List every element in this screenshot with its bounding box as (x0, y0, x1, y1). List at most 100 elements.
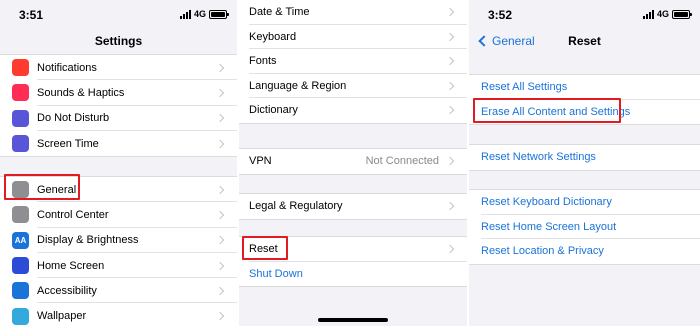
gear-icon (12, 181, 29, 199)
row-label: General (37, 183, 77, 196)
text-size-icon: AA (12, 231, 29, 249)
accessibility-icon (12, 282, 29, 300)
settings-row-sounds-haptics[interactable]: Sounds & Haptics (0, 80, 237, 106)
row-fonts[interactable]: Fonts (239, 49, 467, 74)
status-time: 3:51 (19, 8, 44, 22)
reset-group-3: Reset Keyboard Dictionary Reset Home Scr… (469, 189, 700, 265)
status-bar: 3:52 4G (469, 0, 700, 28)
signal-icon (642, 9, 654, 19)
general-group-reset: Reset Shut Down (239, 236, 467, 287)
row-label: Notifications (37, 61, 97, 74)
row-legal-regulatory[interactable]: Legal & Regulatory (239, 194, 467, 219)
settings-row-home-screen[interactable]: Home Screen (0, 253, 237, 279)
chevron-right-icon (215, 311, 225, 321)
toggles-icon (12, 206, 29, 224)
row-label: Legal & Regulatory (249, 200, 343, 213)
row-label: Shut Down (249, 267, 303, 280)
row-label: Sounds & Haptics (37, 86, 125, 99)
row-language-region[interactable]: Language & Region (239, 74, 467, 99)
flower-icon (12, 307, 29, 325)
general-group-vpn: VPN Not Connected (239, 148, 467, 175)
row-label: Screen Time (37, 137, 99, 150)
row-dictionary[interactable]: Dictionary (239, 98, 467, 123)
home-indicator (318, 318, 388, 322)
reset-all-settings-button[interactable]: Reset All Settings (469, 75, 700, 100)
chevron-right-icon (445, 202, 455, 211)
settings-row-screen-time[interactable]: Screen Time (0, 131, 237, 156)
battery-icon (209, 9, 229, 19)
page-title: Settings (94, 34, 143, 48)
chevron-right-icon (445, 57, 455, 66)
general-screen: Date & Time Keyboard Fonts Language & Re… (239, 0, 467, 326)
battery-icon (672, 9, 692, 19)
settings-group-2: General Control Center AA Display & Brightn… (0, 176, 237, 326)
chevron-right-icon (445, 32, 455, 41)
settings-group-1: Notifications Sounds & Haptics Do Not Dist… (0, 54, 237, 158)
chevron-right-icon (215, 63, 225, 72)
reset-home-screen-layout-button[interactable]: Reset Home Screen Layout (469, 215, 700, 240)
chevron-right-icon (215, 261, 225, 270)
row-keyboard[interactable]: Keyboard (239, 25, 467, 50)
chevron-right-icon (445, 157, 455, 166)
settings-row-accessibility[interactable]: Accessibility (0, 278, 237, 304)
reset-network-settings-button[interactable]: Reset Network Settings (469, 145, 700, 170)
settings-row-general[interactable]: General (0, 177, 237, 203)
chevron-right-icon (215, 210, 225, 220)
row-vpn[interactable]: VPN Not Connected (239, 149, 467, 174)
row-label: Reset Network Settings (481, 151, 596, 164)
chevron-right-icon (445, 245, 455, 254)
row-reset[interactable]: Reset (239, 237, 467, 262)
row-label: Reset Keyboard Dictionary (481, 196, 612, 209)
row-label: VPN (249, 155, 272, 168)
reset-group-1: Reset All Settings Erase All Content and… (469, 74, 700, 125)
shut-down-button[interactable]: Shut Down (239, 262, 467, 287)
settings-row-control-center[interactable]: Control Center (0, 202, 237, 228)
page-title: Reset (568, 34, 601, 48)
network-label: 4G (193, 9, 206, 19)
row-label: Reset All Settings (481, 81, 568, 94)
chevron-right-icon (215, 235, 225, 245)
row-label: Reset Location & Privacy (481, 245, 604, 258)
settings-row-wallpaper[interactable]: Wallpaper (0, 303, 237, 326)
row-label: Home Screen (37, 259, 105, 272)
hourglass-icon (12, 135, 29, 153)
moon-icon (12, 109, 29, 127)
row-label: Display & Brightness (37, 234, 139, 247)
row-label: Wallpaper (37, 310, 87, 323)
settings-screen: 3:51 4G Settings Notifications Sounds & H… (0, 0, 237, 326)
grid-icon (12, 257, 29, 275)
signal-icon (179, 9, 191, 19)
reset-screen: 3:52 4G General Reset Reset All Settings… (469, 0, 700, 326)
row-label: Dictionary (249, 104, 298, 117)
chevron-right-icon (215, 185, 225, 194)
settings-row-notifications[interactable]: Notifications (0, 55, 237, 81)
status-time: 3:52 (488, 8, 513, 22)
row-label: Erase All Content and Settings (481, 105, 631, 118)
chevron-right-icon (215, 88, 225, 98)
chevron-right-icon (215, 139, 225, 148)
erase-all-content-button[interactable]: Erase All Content and Settings (469, 100, 700, 125)
row-label: Date & Time (249, 6, 310, 19)
chevron-right-icon (215, 113, 225, 123)
row-date-time[interactable]: Date & Time (239, 0, 467, 25)
row-label: Fonts (249, 55, 277, 68)
reset-location-privacy-button[interactable]: Reset Location & Privacy (469, 239, 700, 264)
chevron-right-icon (445, 106, 455, 115)
row-label: Accessibility (37, 284, 97, 297)
reset-group-2: Reset Network Settings (469, 144, 700, 171)
sound-icon (12, 84, 29, 102)
nav-bar: General Reset (469, 28, 700, 54)
row-label: Reset Home Screen Layout (481, 220, 617, 233)
chevron-right-icon (215, 286, 225, 296)
general-group-1: Date & Time Keyboard Fonts Language & Re… (239, 0, 467, 124)
status-bar: 3:51 4G (0, 0, 237, 28)
settings-row-display-brightness[interactable]: AA Display & Brightness (0, 228, 237, 254)
settings-row-do-not-disturb[interactable]: Do Not Disturb (0, 106, 237, 132)
row-label: Reset (249, 243, 278, 256)
chevron-right-icon (445, 8, 455, 17)
notifications-icon (12, 59, 29, 77)
reset-keyboard-dictionary-button[interactable]: Reset Keyboard Dictionary (469, 190, 700, 215)
chevron-right-icon (445, 81, 455, 90)
network-label: 4G (656, 9, 669, 19)
row-label: Keyboard (249, 30, 297, 43)
